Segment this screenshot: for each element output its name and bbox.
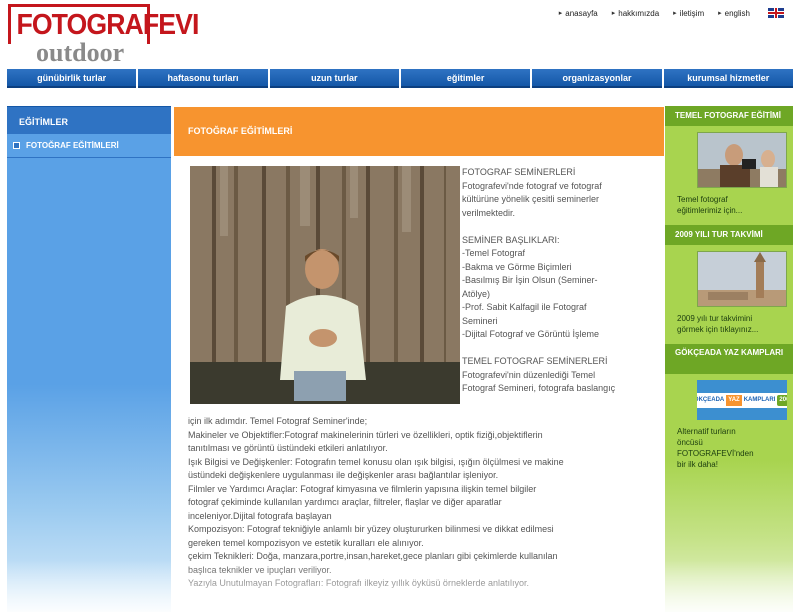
text-line: gereken temel kompozisyon ve estetik kur… — [188, 537, 424, 548]
text-line: TEMEL FOTOGRAF SEMİNERLERİ — [462, 356, 608, 366]
banner-text: GÖKÇEADA — [697, 396, 725, 403]
top-link-english[interactable]: english — [718, 9, 750, 18]
section-title-basic-training[interactable]: TEMEL FOTOGRAF EĞİTİMİ — [665, 106, 793, 126]
text-line: Semineri — [462, 315, 498, 326]
text-line: kültürüne yönelik çesitli seminerler — [462, 194, 600, 204]
text-line: tanıtılması ve görüntü üstündeki etkiler… — [188, 443, 388, 453]
nav-trainings[interactable]: eğitimler — [400, 69, 531, 88]
summer-camps-text: Alternatif turların — [677, 427, 736, 436]
text-line: -Dijital Fotograf ve Görüntü İşleme — [462, 329, 600, 339]
text-line: için ilk adımdır. Temel Fotograf Seminer… — [188, 416, 368, 426]
top-link-home[interactable]: anasayfa — [559, 9, 597, 18]
nav-organizations[interactable]: organizasyonlar — [532, 69, 662, 88]
calendar-text: 2009 yılı tur takvimini — [677, 314, 753, 323]
nav-long-tours[interactable]: uzun turlar — [269, 69, 399, 88]
summer-camps-text: bir ilk daha! — [677, 460, 718, 469]
text-line: Fotografevi'nde fotograf ve fotograf — [462, 180, 602, 191]
calendar-thumbnail[interactable] — [697, 251, 787, 307]
top-links: anasayfa hakkımızda iletişim english — [559, 8, 784, 18]
sidebar-item-photo-trainings[interactable]: FOTOĞRAF EĞİTİMLERİ — [7, 134, 171, 158]
section-title-summer-camps[interactable]: GÖKÇEADA YAZ KAMPLARI — [665, 344, 793, 374]
basic-training-block[interactable]: Temel fotograf eğitimlerimiz için... — [665, 126, 793, 222]
text-line: Işık Bilgisi ve Değişkenler: Fotografın … — [188, 456, 564, 467]
text-line: fotograf çekiminde kullanılan yardımcı a… — [188, 497, 502, 507]
text-line: üstündeki değişkenlere uygulanması ile d… — [188, 470, 499, 480]
text-line: inceleniyor.Dijital fotografa başlayan — [188, 510, 332, 521]
banner-text: KAMPLARI — [743, 396, 776, 403]
text-line: verilmektedir. — [462, 207, 516, 218]
text-line — [462, 342, 615, 356]
top-link-contact[interactable]: iletişim — [673, 9, 704, 18]
text-line: Fotografevi'nin düzenlediği Temel — [462, 369, 596, 380]
body-text: için ilk adımdır. Temel Fotograf Seminer… — [188, 415, 564, 591]
text-line: -Bakma ve Görme Biçimleri — [462, 261, 572, 272]
banner-text: YAZ — [726, 394, 742, 406]
calendar-text: görmek için tıklayınız... — [677, 325, 759, 334]
summer-camps-text: öncüsü — [677, 438, 703, 447]
page-title: FOTOĞRAF EĞİTİMLERİ — [174, 106, 664, 156]
left-sidebar-title: EĞİTİMLER — [7, 106, 171, 134]
bullet-icon — [13, 142, 20, 149]
summer-camps-text: FOTOGRAFEVİ'nden — [677, 449, 754, 458]
text-line: FOTOGRAF SEMİNERLERİ — [462, 167, 576, 177]
basic-training-text: eğitimlerimiz için... — [677, 206, 743, 215]
summer-camps-block[interactable]: GÖKÇEADA YAZ KAMPLARI 2009 Alternatif tu… — [665, 374, 793, 476]
nav-corporate[interactable]: kurumsal hizmetler — [663, 69, 793, 88]
text-line: Atölye) — [462, 288, 491, 299]
text-line: Filmler ve Yardımcı Araçlar: Fotograf ki… — [188, 483, 537, 494]
text-line: Makineler ve Objektifler:Fotograf makine… — [188, 429, 543, 440]
sidebar-item-label: FOTOĞRAF EĞİTİMLERİ — [26, 140, 119, 150]
training-thumbnail[interactable] — [697, 132, 787, 188]
text-line: Fotograf Semineri, fotografa baslangıç — [462, 383, 616, 393]
banner-year: 2009 — [777, 394, 787, 406]
right-sidebar: TEMEL FOTOGRAF EĞİTİMİ Temel fotograf eğ… — [665, 106, 793, 612]
text-line: -Temel Fotograf — [462, 248, 526, 258]
calendar-block[interactable]: 2009 yılı tur takvimini görmek için tıkl… — [665, 245, 793, 341]
text-line: başlıca teknikler ve ipuçları veriliyor. — [188, 564, 332, 575]
logo-bottom-text: outdoor — [36, 38, 125, 67]
nav-weekend-tours[interactable]: haftasonu turları — [138, 69, 268, 88]
text-line: -Basılmış Bir İşin Olsun (Seminer- — [462, 275, 598, 285]
intro-text: FOTOGRAF SEMİNERLERİ Fotografevi'nde fot… — [462, 166, 615, 396]
nav-daily-tours[interactable]: günübirlik turlar — [7, 69, 137, 88]
top-link-about[interactable]: hakkımızda — [612, 9, 659, 18]
summer-camps-banner[interactable]: GÖKÇEADA YAZ KAMPLARI 2009 — [697, 380, 787, 420]
uk-flag-icon[interactable] — [768, 8, 784, 18]
text-line: -Prof. Sabit Kalfagil ile Fotograf — [462, 302, 587, 312]
text-line: Kompozisyon: Fotograf tekniğiyle anlamlı… — [188, 524, 554, 534]
section-title-calendar[interactable]: 2009 YILI TUR TAKVİMİ — [665, 225, 793, 245]
text-line: çekim Teknikleri: Doğa, manzara,portre,i… — [188, 551, 558, 561]
left-sidebar: EĞİTİMLER FOTOĞRAF EĞİTİMLERİ — [7, 106, 171, 612]
boy-photo — [190, 166, 460, 404]
site-logo[interactable]: FOTOGRAFEVI outdoor — [8, 4, 199, 67]
main-nav: günübirlik turlar haftasonu turları uzun… — [7, 69, 793, 88]
text-line: Yazıyla Unutulmayan Fotografları: Fotogr… — [188, 578, 529, 588]
basic-training-text: Temel fotograf — [677, 195, 728, 204]
text-line: SEMİNER BAŞLIKLARI: — [462, 234, 560, 245]
text-line — [462, 220, 615, 234]
